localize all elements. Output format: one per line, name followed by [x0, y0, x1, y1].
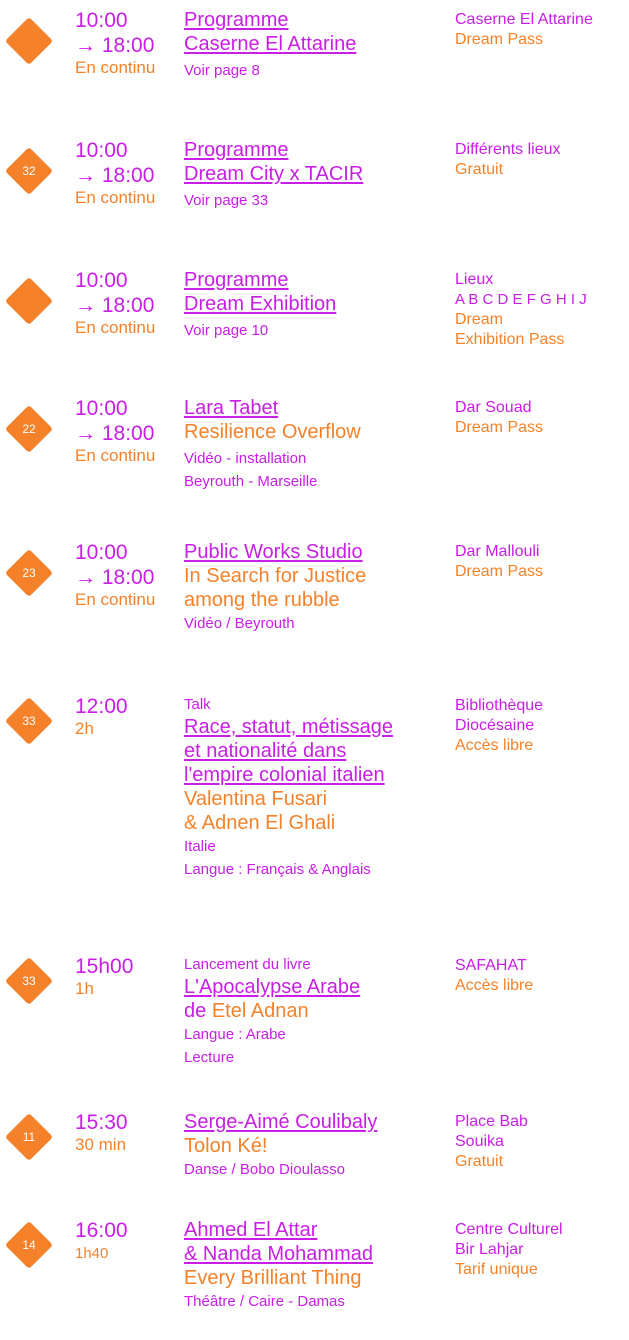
event-title-link[interactable]: Lara Tabet	[184, 396, 446, 420]
event-end-time: → 18:00	[75, 566, 155, 589]
event-byline: de Etel Adnan	[184, 999, 446, 1023]
event-venue: Centre Culturel	[455, 1221, 563, 1238]
event-category: Lancement du livre	[184, 956, 311, 973]
event-detail: Vidéo - installation	[184, 450, 307, 467]
event-price: Dream Pass	[455, 419, 544, 436]
event-detail: Théâtre / Caire - Damas	[184, 1293, 345, 1310]
event-detail: Lecture	[184, 1049, 235, 1066]
event-category: Talk	[184, 696, 211, 713]
event-detail: Langue : Arabe	[184, 1026, 286, 1043]
event-price: Accès libre	[455, 977, 534, 994]
event-start-time: 12:00	[75, 695, 128, 718]
event-duration: 1h40	[75, 1245, 109, 1262]
event-venue: Caserne El Attarine	[455, 11, 593, 28]
event-title-link[interactable]: l'empire colonial italien	[184, 763, 446, 787]
event-title-link[interactable]: & Nanda Mohammad	[184, 1242, 446, 1266]
event-start-time: 16:00	[75, 1219, 128, 1242]
event-venue: Bibliothèque	[455, 697, 544, 714]
event-subtitle: Tolon Ké!	[184, 1135, 268, 1157]
event-venue: Souika	[455, 1133, 504, 1150]
event-title-link[interactable]: L'Apocalypse Arabe	[184, 975, 446, 999]
event-title-link[interactable]: Programme	[184, 138, 446, 162]
event-duration: En continu	[75, 188, 156, 207]
event-subtitle: In Search for Justice	[184, 565, 367, 587]
location-marker-number: 11	[22, 1130, 36, 1144]
page-reference: Voir page 8	[184, 62, 260, 79]
event-venue: SAFAHAT	[455, 957, 527, 974]
event-end-time: → 18:00	[75, 422, 155, 445]
event-title-link[interactable]: Dream City x TACIR	[184, 162, 446, 186]
byline-connector: de	[184, 1000, 207, 1022]
event-start-time: 10:00	[75, 9, 128, 32]
event-subtitle: among the rubble	[184, 589, 340, 611]
location-marker-number	[12, 284, 46, 318]
event-detail: Italie	[184, 838, 216, 855]
event-price: Dream Pass	[455, 563, 544, 580]
event-duration: 2h	[75, 719, 94, 738]
event-venue: Lieux	[455, 271, 494, 288]
event-start-time: 10:00	[75, 541, 128, 564]
event-venue-letters: A B C D E F G H I J	[455, 291, 587, 308]
event-start-time: 10:00	[75, 397, 128, 420]
event-price: Dream Pass	[455, 31, 544, 48]
event-title-link[interactable]: Caserne El Attarine	[184, 32, 446, 56]
event-venue: Diocésaine	[455, 717, 535, 734]
location-marker-number: 33	[22, 974, 36, 988]
event-price: Tarif unique	[455, 1261, 538, 1278]
event-duration: En continu	[75, 318, 156, 337]
page-reference: Voir page 33	[184, 192, 269, 209]
location-marker-number: 14	[22, 1238, 36, 1252]
byline-author: Etel Adnan	[211, 1000, 309, 1022]
location-marker-number: 32	[22, 164, 36, 178]
event-title-link[interactable]: et nationalité dans	[184, 739, 446, 763]
event-venue: Dar Souad	[455, 399, 532, 416]
event-start-time: 15:30	[75, 1111, 128, 1134]
event-speakers: & Adnen El Ghali	[184, 812, 336, 834]
event-duration: 30 min	[75, 1135, 127, 1154]
event-price: Accès libre	[455, 737, 534, 754]
event-venue: Dar Mallouli	[455, 543, 540, 560]
location-marker-number: 23	[22, 566, 36, 580]
event-duration: En continu	[75, 58, 156, 77]
location-marker-number	[12, 24, 46, 58]
event-detail: Danse / Bobo Dioulasso	[184, 1161, 345, 1178]
event-subtitle: Every Brilliant Thing	[184, 1267, 362, 1289]
event-title-link[interactable]: Public Works Studio	[184, 540, 446, 564]
event-detail: Langue : Français & Anglais	[184, 861, 371, 878]
event-subtitle: Resilience Overflow	[184, 421, 361, 443]
event-venue: Place Bab	[455, 1113, 528, 1130]
event-price: Gratuit	[455, 1153, 504, 1170]
event-title-link[interactable]: Serge-Aimé Coulibaly	[184, 1110, 446, 1134]
event-start-time: 15h00	[75, 955, 134, 978]
event-price: Exhibition Pass	[455, 331, 565, 348]
event-title-link[interactable]: Race, statut, métissage	[184, 715, 446, 739]
event-title-link[interactable]: Programme	[184, 268, 446, 292]
event-title-link[interactable]: Ahmed El Attar	[184, 1218, 446, 1242]
event-end-time: → 18:00	[75, 164, 155, 187]
location-marker-number: 33	[22, 714, 36, 728]
event-title-link[interactable]: Dream Exhibition	[184, 292, 446, 316]
event-end-time: → 18:00	[75, 34, 155, 57]
event-title-link[interactable]: Programme	[184, 8, 446, 32]
event-price: Gratuit	[455, 161, 504, 178]
event-duration: 1h	[75, 979, 94, 998]
event-price: Dream	[455, 311, 504, 328]
event-venue: Différents lieux	[455, 141, 561, 158]
event-duration: En continu	[75, 446, 156, 465]
event-detail: Vidéo / Beyrouth	[184, 615, 295, 632]
event-venue: Bir Lahjar	[455, 1241, 524, 1258]
event-duration: En continu	[75, 590, 156, 609]
event-start-time: 10:00	[75, 269, 128, 292]
event-end-time: → 18:00	[75, 294, 155, 317]
location-marker-number: 22	[22, 422, 36, 436]
page-reference: Voir page 10	[184, 322, 269, 339]
event-start-time: 10:00	[75, 139, 128, 162]
event-speakers: Valentina Fusari	[184, 788, 328, 810]
event-detail: Beyrouth - Marseille	[184, 473, 318, 490]
